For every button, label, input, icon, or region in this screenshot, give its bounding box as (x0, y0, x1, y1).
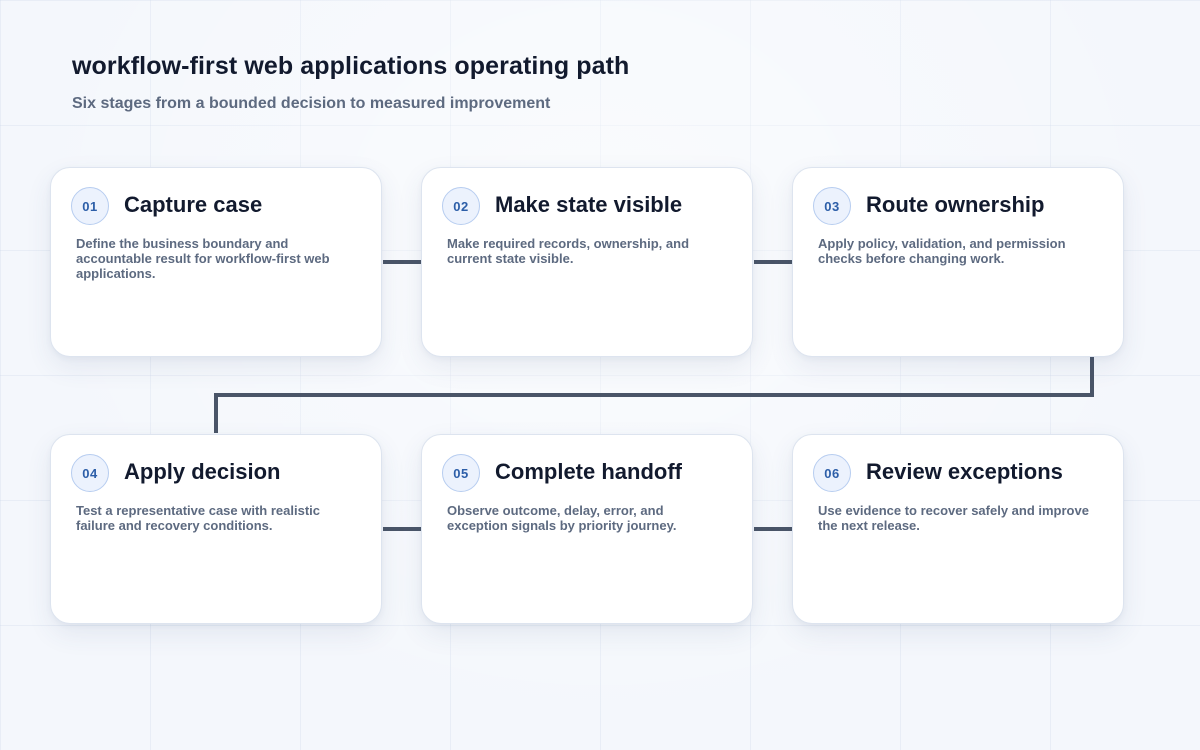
stage-title: Make state visible (495, 192, 683, 217)
stage-card-01: 01 Capture case Define the business boun… (50, 167, 382, 357)
stage-number-badge: 06 (813, 454, 851, 492)
stage-number-badge: 02 (442, 187, 480, 225)
connector-lines (214, 260, 1094, 531)
stage-description: Observe outcome, delay, error, and excep… (447, 503, 677, 533)
stage-number-badge: 04 (71, 454, 109, 492)
connector-03-04 (214, 357, 1094, 433)
stage-title: Apply decision (124, 459, 281, 484)
stage-title: Route ownership (866, 192, 1045, 217)
stage-title: Capture case (124, 192, 263, 217)
stage-description: Define the business boundary and account… (76, 236, 330, 281)
stage-card-05: 05 Complete handoff Observe outcome, del… (421, 434, 753, 624)
stage-description: Make required records, ownership, and cu… (447, 236, 690, 266)
stage-card-06: 06 Review exceptions Use evidence to rec… (792, 434, 1124, 624)
stage-number-badge: 05 (442, 454, 480, 492)
stage-title: Review exceptions (866, 459, 1063, 484)
stage-description: Use evidence to recover safely and impro… (818, 503, 1089, 533)
stage-number-badge: 01 (71, 187, 109, 225)
stage-title: Complete handoff (495, 459, 682, 484)
stage-card-02: 02 Make state visible Make required reco… (421, 167, 753, 357)
stage-description: Test a representative case with realisti… (76, 503, 320, 533)
stage-number-badge: 03 (813, 187, 851, 225)
stage-card-04: 04 Apply decision Test a representative … (50, 434, 382, 624)
stage-card-03: 03 Route ownership Apply policy, validat… (792, 167, 1124, 357)
stage-description: Apply policy, validation, and permission… (818, 236, 1066, 266)
